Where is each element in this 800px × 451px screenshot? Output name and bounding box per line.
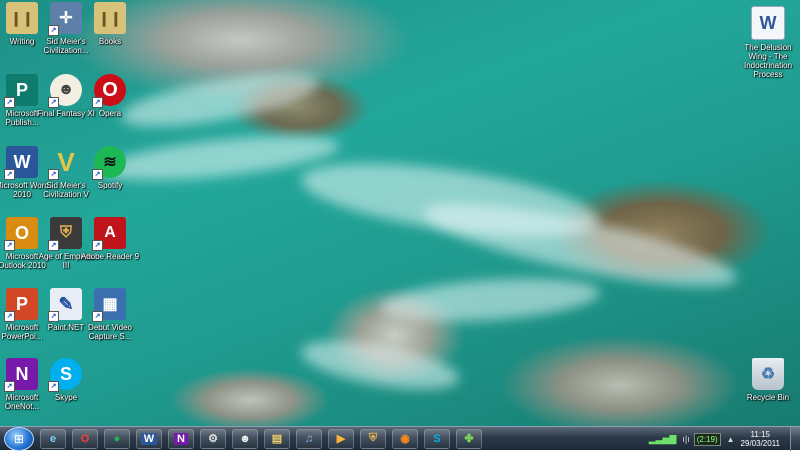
icon-label: Books [98,37,122,46]
taskbar-steam[interactable]: ⚙ [200,428,226,449]
signal-strength-icon[interactable]: ▂▃▅▇ [649,434,677,445]
taskbar-media-player[interactable]: ▶ [328,428,354,449]
itunes-icon: ♫ [304,432,314,445]
folder-icon: ▤ [271,433,283,445]
word-document-icon: W [751,6,785,40]
spotify-icon: ● [113,432,121,445]
taskbar-explorer[interactable]: ▤ [264,428,290,449]
icon-label: Writing [9,37,35,46]
shortcut-arrow-icon: ↗ [48,240,59,251]
desktop-icon-opera[interactable]: O ↗ Opera [79,74,141,118]
paint-brush-icon: ✎ ↗ [48,288,82,322]
taskbar-opera[interactable]: O [72,428,98,449]
publisher-icon: P ↗ [4,74,38,108]
shortcut-arrow-icon: ↗ [48,381,59,392]
taskbar-ie[interactable]: e [40,428,66,449]
icon-label: Spotify [97,181,123,190]
shortcut-arrow-icon: ↗ [48,169,59,180]
desktop[interactable]: ❙❙ Writing P ↗ Microsoft Publish... W ↗ Mi… [0,0,800,426]
icon-label: The Delusion Wing - The Indoctrination P… [743,43,793,79]
civ-v-icon: V ↗ [48,146,82,180]
windows-logo-icon: ⊞ [13,431,25,446]
shortcut-arrow-icon: ↗ [48,311,59,322]
desktop-icon-adobe-reader[interactable]: A ↗ Adobe Reader 9 [79,217,141,261]
shortcut-arrow-icon: ↗ [92,311,103,322]
system-tray: ▂▃▅▇ ı|ı (2:19) ▲ 11:15 29/03/2011 [628,427,800,451]
opera-icon: O [80,432,90,445]
media-player-icon: ▶ [336,433,346,445]
icon-label: Recycle Bin [746,393,790,402]
taskbar-spotify[interactable]: ● [104,428,130,449]
shortcut-arrow-icon: ↗ [92,240,103,251]
clock-time: 11:15 [750,430,770,439]
folder-icon: ❙❙ [94,2,126,34]
desktop-icon-books[interactable]: ❙❙ Books [79,2,141,46]
desktop-icon-skype[interactable]: S ↗ Skype [35,358,97,402]
opera-icon: O ↗ [92,74,126,108]
icon-label: Adobe Reader 9 [80,252,140,261]
aoe-helmet-icon: ⛨ [368,432,378,444]
taskbar-itunes[interactable]: ♫ [296,428,322,449]
taskbar: ⊞ e O ● W N ⚙ ☻ ▤ ♫ ▶ ⛨ ◉ S ✤ ▂▃▅▇ ı|ı (… [0,426,800,451]
word-icon: W ↗ [4,146,38,180]
clock-date: 29/03/2011 [740,439,780,448]
start-button[interactable]: ⊞ [4,426,34,451]
onenote-icon: N ↗ [4,358,38,392]
icon-label: Debut Video Capture S... [88,323,132,341]
water-stream [118,62,322,138]
shortcut-arrow-icon: ↗ [4,169,15,180]
firefox-icon: ◉ [400,433,410,445]
powerpoint-icon: P ↗ [4,288,38,322]
icon-label: Skype [54,393,78,402]
steam-icon: ⚙ [208,433,218,445]
desktop-icon-recycle-bin[interactable]: ♻ Recycle Bin [737,358,799,402]
shortcut-arrow-icon: ↗ [48,97,59,108]
aoe-helmet-icon: ⛨ ↗ [48,217,82,251]
icon-label: Opera [98,109,122,118]
shortcut-arrow-icon: ↗ [4,240,15,251]
shortcut-arrow-icon: ↗ [4,97,15,108]
desktop-icon-spotify[interactable]: ≋ ↗ Spotify [79,146,141,190]
desktop-icon-debut[interactable]: ▦ ↗ Debut Video Capture S... [79,288,141,341]
folder-icon: ❙❙ [6,2,38,34]
shortcut-arrow-icon: ↗ [92,169,103,180]
water-stream [378,272,602,328]
taskbar-onenote[interactable]: N [168,428,194,449]
adobe-reader-icon: A ↗ [92,217,126,251]
battery-indicator[interactable]: (2:19) [693,432,721,446]
desktop-icon-delusion-document[interactable]: W The Delusion Wing - The Indoctrination… [737,6,799,79]
word-icon: W [140,432,158,445]
show-hidden-icons-chevron-icon[interactable]: ▲ [727,435,735,444]
taskbar-firefox[interactable]: ◉ [392,428,418,449]
satellite-icon: ✛ ↗ [48,2,82,36]
taskbar-aoe[interactable]: ⛨ [360,428,386,449]
taskbar-skype[interactable]: S [424,428,450,449]
clock[interactable]: 11:15 29/03/2011 [741,430,780,448]
internet-explorer-icon: e [49,432,57,445]
shortcut-arrow-icon: ↗ [48,25,59,36]
spotify-icon: ≋ ↗ [92,146,126,180]
messenger-icon: ✤ [464,433,474,445]
shortcut-arrow-icon: ↗ [92,97,103,108]
outlook-icon: O ↗ [4,217,38,251]
wifi-icon[interactable]: ı|ı [682,434,689,444]
moogle-icon: ☻ [239,432,251,445]
moogle-icon: ☻ ↗ [48,74,82,108]
taskbar-final-fantasy[interactable]: ☻ [232,428,258,449]
shortcut-arrow-icon: ↗ [4,381,15,392]
recycle-bin-icon: ♻ [752,358,784,390]
skype-icon: S [433,432,441,445]
water-stream [297,331,463,399]
skype-icon: S ↗ [48,358,82,392]
taskbar-messenger[interactable]: ✤ [456,428,482,449]
film-strip-icon: ▦ ↗ [92,288,126,322]
show-desktop-button[interactable] [790,427,800,451]
shortcut-arrow-icon: ↗ [4,311,15,322]
taskbar-word[interactable]: W [136,428,162,449]
onenote-icon: N [174,432,188,445]
